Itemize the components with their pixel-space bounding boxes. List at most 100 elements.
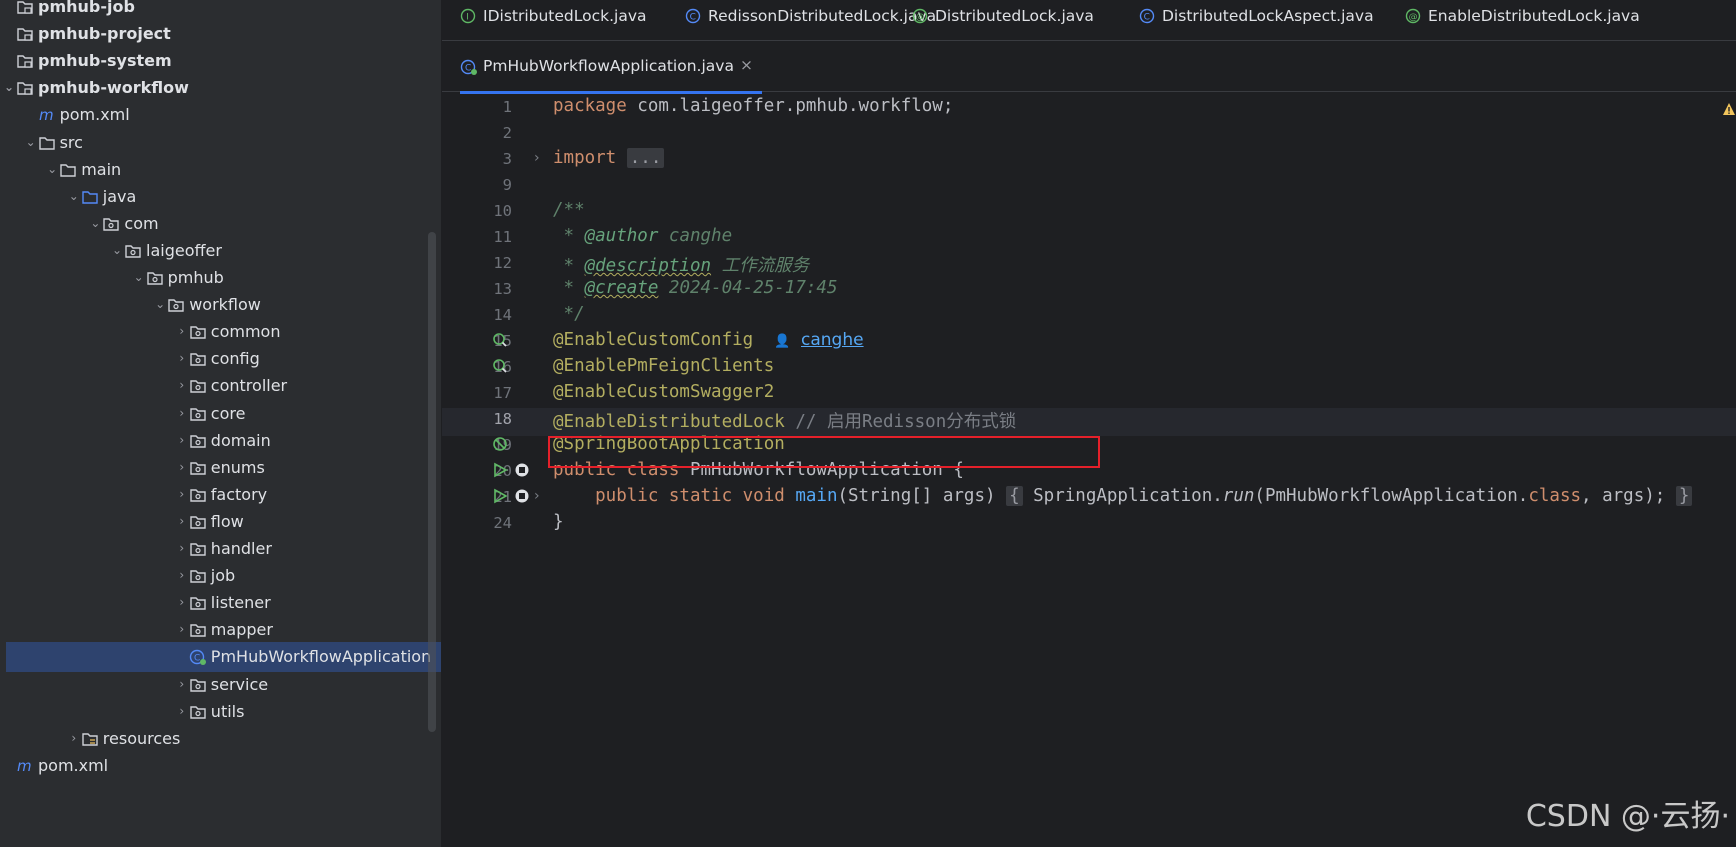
tree-item-label: com	[124, 213, 159, 233]
tree-item-utils[interactable]: › utils	[0, 697, 441, 727]
code-line: * @create 2024-04-25-17:45	[553, 278, 838, 298]
module-folder-icon	[16, 79, 34, 97]
package-icon	[189, 594, 207, 612]
tree-item-pom-xml[interactable]: m pom.xml	[0, 751, 441, 781]
chevron-right-icon[interactable]: ›	[175, 595, 189, 609]
tab-label: EnableDistributedLock.java	[1428, 7, 1640, 25]
fold-chevron-icon[interactable]: ›	[534, 150, 540, 166]
tree-item-config[interactable]: › config	[0, 344, 441, 374]
doc-comment: *	[553, 256, 585, 276]
doc-comment: /**	[553, 200, 585, 220]
tree-scrollbar[interactable]	[428, 232, 436, 732]
code-view[interactable]: 1 2 3 9 10 11 12 13 14 15 16 17 18 19 20…	[442, 92, 1736, 847]
chevron-down-icon[interactable]: ⌄	[45, 162, 59, 176]
tree-item-java[interactable]: ⌄ java	[0, 182, 441, 212]
package-icon	[189, 676, 207, 694]
class-icon: C	[1139, 8, 1155, 24]
chevron-down-icon[interactable]: ⌄	[24, 135, 38, 149]
tree-item-label: resources	[102, 728, 181, 748]
tree-item-pom-xml[interactable]: m pom.xml	[0, 100, 441, 130]
chevron-right-icon[interactable]: ›	[175, 351, 189, 365]
chevron-right-icon[interactable]: ›	[67, 731, 81, 745]
tree-item-pmhub-system[interactable]: pmhub-system	[0, 46, 441, 76]
chevron-right-icon[interactable]: ›	[175, 541, 189, 555]
tree-item-service[interactable]: › service	[0, 670, 441, 700]
bean-search-icon[interactable]	[492, 332, 508, 348]
bean-search-icon[interactable]	[492, 358, 508, 374]
annotation-icon: @	[1405, 8, 1421, 24]
import-fold[interactable]: ...	[626, 148, 665, 168]
tree-item-laigeoffer[interactable]: ⌄ laigeoffer	[0, 236, 441, 266]
fold-chevron-icon[interactable]: ›	[534, 488, 540, 504]
tree-item-listener[interactable]: › listener	[0, 588, 441, 618]
chevron-right-icon[interactable]: ›	[175, 514, 189, 528]
chevron-right-icon[interactable]: ›	[175, 433, 189, 447]
svg-text:I: I	[466, 13, 469, 23]
line-number: 10	[493, 202, 512, 220]
chevron-down-icon[interactable]: ⌄	[88, 216, 102, 230]
tree-item-job[interactable]: › job	[0, 561, 441, 591]
tree-item-pmhub-project[interactable]: pmhub-project	[0, 19, 441, 49]
tree-item-handler[interactable]: › handler	[0, 534, 441, 564]
tab-label: DistributedLock.java	[935, 7, 1094, 25]
chevron-right-icon[interactable]: ›	[175, 704, 189, 718]
chevron-down-icon[interactable]: ⌄	[132, 270, 146, 284]
tree-item-controller[interactable]: › controller	[0, 371, 441, 401]
tree-item-label: utils	[210, 701, 245, 721]
tree-item-pmhub[interactable]: ⌄ pmhub	[0, 263, 441, 293]
tree-item-resources[interactable]: › resources	[0, 724, 441, 754]
svg-text:@: @	[916, 13, 925, 23]
editor-tab-active[interactable]: C PmHubWorkflowApplication.java ×	[460, 50, 762, 94]
chevron-down-icon[interactable]: ⌄	[153, 297, 167, 311]
author-hint-link[interactable]: canghe	[801, 330, 864, 350]
package-icon	[189, 432, 207, 450]
stop-breakpoint-icon[interactable]	[514, 488, 530, 504]
tree-item-label: pmhub-workflow	[38, 78, 189, 98]
chevron-right-icon[interactable]: ›	[175, 406, 189, 420]
spring-boot-icon[interactable]	[492, 436, 508, 452]
tree-item-main[interactable]: ⌄ main	[0, 155, 441, 185]
tree-item-label: enums	[210, 457, 265, 477]
package-icon	[189, 567, 207, 585]
line-number: 24	[493, 514, 512, 532]
chevron-right-icon[interactable]: ›	[175, 324, 189, 338]
tree-item-workflow[interactable]: ⌄ workflow	[0, 290, 441, 320]
tree-item-src[interactable]: ⌄ src	[0, 128, 441, 158]
package-icon	[189, 486, 207, 504]
tree-item-label: PmHubWorkflowApplication	[210, 647, 432, 667]
chevron-right-icon[interactable]: ›	[175, 378, 189, 392]
warning-icon[interactable]	[1722, 102, 1736, 116]
run-icon[interactable]	[492, 462, 508, 478]
chevron-right-icon[interactable]: ›	[175, 460, 189, 474]
doc-comment: 2024-04-25-17:45	[658, 278, 838, 298]
chevron-right-icon[interactable]: ›	[175, 622, 189, 636]
close-tab-icon[interactable]: ×	[740, 56, 753, 74]
svg-text:C: C	[465, 64, 471, 74]
tree-item-label: controller	[210, 376, 288, 396]
tree-item-domain[interactable]: › domain	[0, 426, 441, 456]
chevron-right-icon[interactable]: ›	[175, 677, 189, 691]
annotation: @EnableDistributedLock	[553, 412, 785, 432]
tree-item-enums[interactable]: › enums	[0, 453, 441, 483]
tree-item-mapper[interactable]: › mapper	[0, 615, 441, 645]
chevron-right-icon[interactable]: ›	[175, 568, 189, 582]
tree-item-factory[interactable]: › factory	[0, 480, 441, 510]
package-icon	[124, 242, 142, 260]
tree-item-pmhubworkflowapplication[interactable]: C PmHubWorkflowApplication	[6, 642, 441, 673]
fold-brace[interactable]: {	[1006, 486, 1023, 506]
stop-breakpoint-icon[interactable]	[514, 462, 530, 478]
chevron-right-icon[interactable]: ›	[175, 487, 189, 501]
chevron-down-icon[interactable]: ⌄	[67, 189, 81, 203]
tree-item-label: main	[81, 159, 122, 179]
run-icon[interactable]	[492, 488, 508, 504]
tree-item-pmhub-workflow[interactable]: ⌄ pmhub-workflow	[0, 73, 441, 103]
chevron-down-icon[interactable]: ⌄	[2, 80, 16, 94]
tree-item-com[interactable]: ⌄ com	[0, 209, 441, 239]
tree-item-flow[interactable]: › flow	[0, 507, 441, 537]
tree-item-common[interactable]: › common	[0, 317, 441, 347]
chevron-down-icon[interactable]: ⌄	[110, 243, 124, 257]
tree-item-label: workflow	[189, 295, 261, 315]
fold-brace[interactable]: }	[1675, 486, 1693, 506]
code-line: @EnablePmFeignClients	[553, 356, 774, 376]
tree-item-core[interactable]: › core	[0, 399, 441, 429]
